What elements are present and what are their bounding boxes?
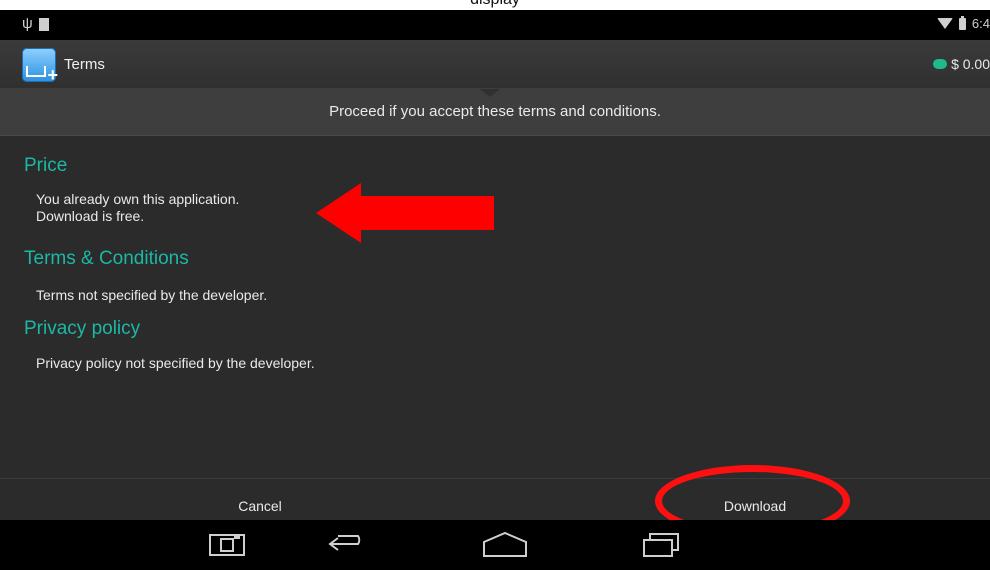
header-notch	[480, 89, 500, 97]
image-caption: display	[0, 0, 990, 10]
price-line-1: You already own this application.	[36, 191, 240, 207]
piggy-bank-icon	[933, 59, 948, 69]
action-bar: Terms $ 0.00	[0, 40, 990, 89]
android-screen: ψ 6:4 Terms $ 0.00 Proceed if you accept…	[0, 10, 990, 570]
red-arrow-annotation	[316, 183, 494, 243]
usb-icon: ψ	[22, 15, 33, 32]
status-right: 6:4	[936, 15, 990, 31]
clock: 6:4	[971, 16, 990, 31]
status-bar: ψ 6:4	[0, 10, 990, 40]
price-line-2: Download is free.	[36, 208, 145, 224]
recents-icon[interactable]	[640, 530, 684, 558]
terms-header: Proceed if you accept these terms and co…	[0, 89, 990, 136]
section-title-terms: Terms & Conditions	[24, 248, 189, 269]
section-title-privacy: Privacy policy	[24, 318, 141, 339]
app-icon[interactable]	[22, 48, 58, 86]
proceed-message: Proceed if you accept these terms and co…	[329, 103, 661, 120]
page-title: Terms	[64, 56, 105, 73]
navigation-bar	[0, 520, 990, 570]
back-icon[interactable]	[328, 530, 372, 558]
section-title-price: Price	[24, 155, 68, 176]
home-icon[interactable]	[480, 530, 530, 558]
privacy-text: Privacy policy not specified by the deve…	[36, 355, 315, 371]
notification-icon	[39, 18, 49, 31]
screenshot-icon[interactable]	[208, 530, 246, 558]
balance-value: $ 0.00	[951, 56, 990, 72]
battery-icon	[958, 15, 966, 30]
balance[interactable]: $ 0.00	[933, 56, 990, 72]
wifi-icon	[936, 18, 953, 29]
terms-text: Terms not specified by the developer.	[36, 287, 268, 303]
